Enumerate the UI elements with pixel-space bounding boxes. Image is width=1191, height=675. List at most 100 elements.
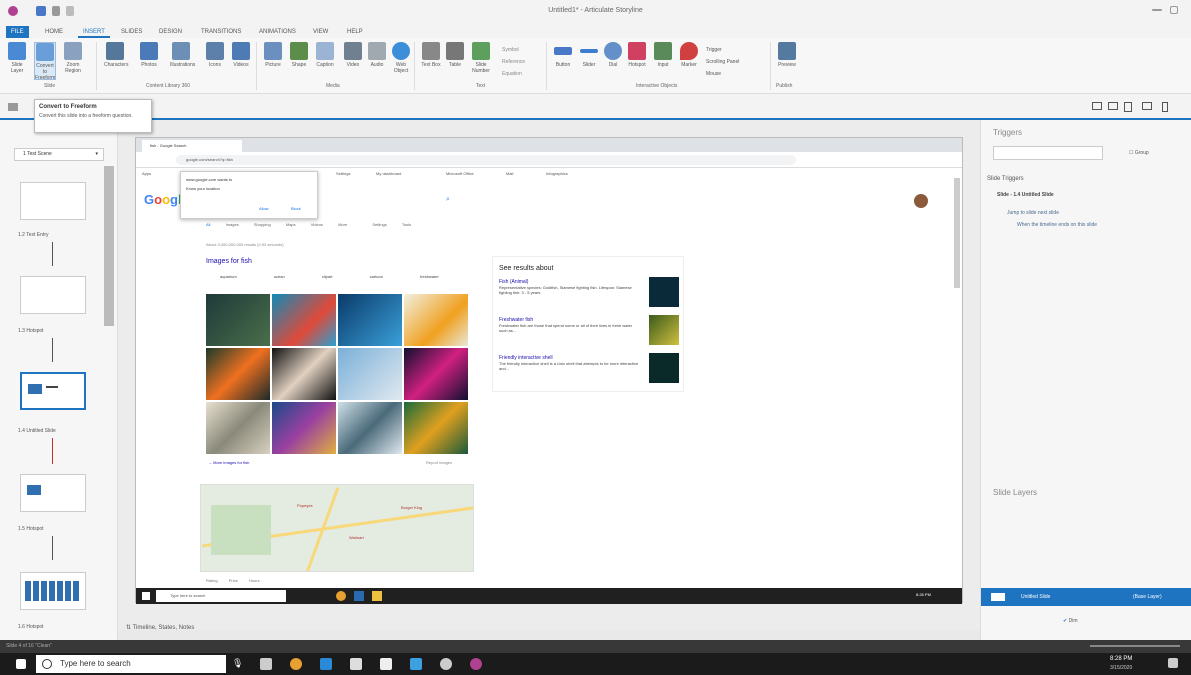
report-images-link[interactable]: Report images: [426, 460, 452, 465]
videos-button[interactable]: Videos: [230, 42, 252, 80]
slide-layer-button[interactable]: Slide Layer: [6, 42, 28, 80]
tab-slides[interactable]: SLIDES: [116, 26, 147, 38]
minimize-icon[interactable]: [1152, 9, 1162, 11]
dim-checkbox[interactable]: ✔ Dim: [1063, 618, 1077, 624]
tab-more[interactable]: More: [338, 222, 347, 227]
task-view-icon[interactable]: [260, 658, 272, 670]
browser-scrollbar[interactable]: [954, 178, 960, 288]
layout-icon[interactable]: [1162, 102, 1168, 112]
settings-icon[interactable]: [440, 658, 452, 670]
tab-shopping[interactable]: Shopping: [254, 222, 271, 227]
mouse-item[interactable]: Mouse: [706, 68, 739, 80]
trigger-item[interactable]: Trigger: [706, 44, 739, 56]
storyline-app-icon[interactable]: [470, 658, 482, 670]
fish-image[interactable]: [404, 348, 468, 400]
slide-number-button[interactable]: Slide Number: [470, 42, 492, 80]
zoom-region-button[interactable]: Zoom Region: [62, 42, 84, 80]
tab-file[interactable]: FILE: [6, 26, 29, 38]
preview-button[interactable]: Preview: [776, 42, 798, 80]
slide-thumbnail[interactable]: [20, 572, 86, 610]
bookmark[interactable]: Apps: [142, 171, 151, 176]
text-box-button[interactable]: Text Box: [420, 42, 442, 80]
picture-button[interactable]: Picture: [262, 42, 284, 80]
maximize-icon[interactable]: [1170, 6, 1178, 14]
mail-icon[interactable]: [380, 658, 392, 670]
table-button[interactable]: Table: [444, 42, 466, 80]
marker-button[interactable]: Marker: [678, 42, 700, 80]
images-title[interactable]: Images for fish: [206, 258, 252, 265]
folder-icon[interactable]: [372, 591, 382, 601]
fish-image[interactable]: [206, 402, 270, 454]
filter-hours[interactable]: Hours: [249, 578, 260, 583]
fish-image[interactable]: [404, 294, 468, 346]
fish-image[interactable]: [206, 348, 270, 400]
map-label[interactable]: Popeyes: [297, 503, 313, 508]
tab-insert[interactable]: INSERT: [78, 26, 110, 38]
chip-freshwater[interactable]: freshwater: [406, 274, 439, 279]
filter-price[interactable]: Price: [229, 578, 238, 583]
group-checkbox[interactable]: ☐ Group: [1129, 150, 1149, 156]
scrollbar[interactable]: [104, 166, 114, 326]
slide-thumbnail[interactable]: [20, 276, 86, 314]
trigger-toolbar[interactable]: [993, 146, 1103, 160]
chip-aquarium[interactable]: aquarium: [206, 274, 237, 279]
taskbar-search-box[interactable]: Type here to search: [36, 655, 226, 673]
equation-item[interactable]: Equation: [502, 68, 525, 80]
tab-tools[interactable]: Tools: [402, 222, 411, 227]
tab-help[interactable]: HELP: [342, 26, 368, 38]
layout-icon[interactable]: [1124, 102, 1132, 112]
illustrations-button[interactable]: Illustrations: [170, 42, 195, 80]
icons-button[interactable]: Icons: [204, 42, 226, 80]
chip-clipart[interactable]: clipart: [308, 274, 333, 279]
result-item[interactable]: Fish (Animal) Representative species: Go…: [499, 279, 639, 295]
chrome-icon[interactable]: [290, 658, 302, 670]
timeline-toggle[interactable]: ⇅ Timeline, States, Notes: [126, 624, 194, 631]
scrolling-panel-item[interactable]: Scrolling Panel: [706, 56, 739, 68]
avatar[interactable]: [914, 194, 928, 208]
microphone-icon[interactable]: 🎙: [232, 658, 244, 670]
web-object-button[interactable]: Web Object: [390, 42, 412, 80]
search-icon[interactable]: ⌕: [446, 196, 450, 204]
fish-image[interactable]: [272, 402, 336, 454]
tab-all[interactable]: All: [206, 222, 210, 227]
map-preview[interactable]: Popeyes Burger King Walmart: [200, 484, 474, 572]
map-label[interactable]: Walmart: [349, 535, 364, 540]
windows-start-icon[interactable]: [142, 592, 150, 600]
slide-thumbnail[interactable]: [20, 182, 86, 220]
chip-cartoon[interactable]: cartoon: [356, 274, 383, 279]
slide-trigger-group[interactable]: Slide - 1.4 Untitled Slide: [997, 192, 1054, 198]
result-thumbnail[interactable]: [649, 277, 679, 307]
slide-thumbnail[interactable]: [20, 474, 86, 512]
fish-image[interactable]: [338, 402, 402, 454]
block-button[interactable]: Block: [291, 206, 301, 211]
notification-icon[interactable]: [1168, 658, 1178, 668]
tab-settings[interactable]: Settings: [372, 222, 386, 227]
address-field[interactable]: google.com/search?q=fish: [176, 155, 796, 165]
characters-button[interactable]: Characters: [104, 42, 128, 80]
fish-image[interactable]: [272, 348, 336, 400]
scene-selector[interactable]: 1 Test Scene ▾: [14, 148, 104, 161]
zoom-slider[interactable]: [1090, 645, 1180, 647]
input-button[interactable]: Input: [652, 42, 674, 80]
convert-to-freeform-button[interactable]: Convert to Freeform: [34, 42, 56, 81]
symbol-item[interactable]: Symbol: [502, 44, 525, 56]
layout-icon[interactable]: [1092, 102, 1102, 110]
slide-thumbnail-selected[interactable]: [20, 372, 86, 410]
outlook-icon[interactable]: [410, 658, 422, 670]
layout-icon[interactable]: [1108, 102, 1118, 110]
windows-start-icon[interactable]: [16, 659, 26, 669]
bookmark[interactable]: Mail: [506, 171, 513, 176]
browser-tab[interactable]: fish - Google Search: [142, 140, 242, 152]
tab-home[interactable]: HOME: [40, 26, 68, 38]
bookmark[interactable]: Settings: [336, 171, 350, 176]
chip-ocean[interactable]: ocean: [260, 274, 285, 279]
edge-icon[interactable]: [354, 591, 364, 601]
fish-image[interactable]: [338, 294, 402, 346]
tab-transitions[interactable]: TRANSITIONS: [196, 26, 246, 38]
tab-animations[interactable]: ANIMATIONS: [254, 26, 301, 38]
tab-videos[interactable]: Videos: [311, 222, 323, 227]
result-item[interactable]: Friendly interactive shell The friendly …: [499, 355, 639, 371]
fish-image[interactable]: [206, 294, 270, 346]
bookmark[interactable]: My dashboard: [376, 171, 401, 176]
fish-image[interactable]: [272, 294, 336, 346]
